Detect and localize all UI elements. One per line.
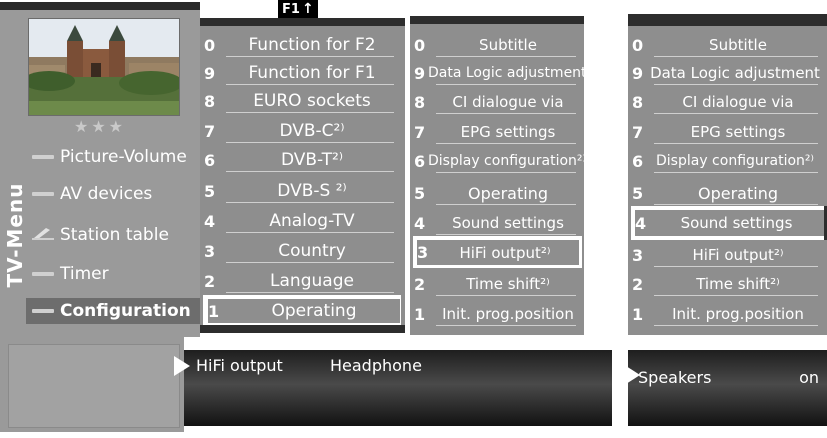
op-a-item-operating[interactable]: 5 Operating — [414, 180, 582, 206]
op-a-item-ci-dialogue[interactable]: 8 CI dialogue via — [414, 89, 582, 115]
info-value[interactable]: Headphone — [330, 356, 422, 375]
rating-stars: ★★★ — [73, 117, 127, 136]
op-b-item-time-shift[interactable]: 2 Time shift²⁾ — [632, 271, 824, 297]
operating-menu-b-top-shade — [628, 14, 827, 26]
menu-item-av-devices[interactable]: AV devices — [32, 181, 192, 207]
op-b-item-ci-dialogue[interactable]: 8 CI dialogue via — [632, 89, 824, 115]
menu-item-station-table[interactable]: Station table — [32, 222, 192, 248]
op-a-item-epg-settings[interactable]: 7 EPG settings — [414, 119, 582, 145]
op-a-item-data-logic[interactable]: 9 Data Logic adjustment — [414, 60, 587, 86]
menu-bullet-icon — [32, 272, 54, 276]
op-b-item-operating[interactable]: 5 Operating — [632, 180, 824, 206]
play-arrow-icon — [174, 356, 190, 376]
op-b-item-subtitle[interactable]: 0 Subtitle — [632, 32, 824, 58]
op-b-item-data-logic[interactable]: 9 Data Logic adjustment — [632, 60, 824, 86]
preview-image — [28, 18, 180, 116]
info-bar-b: Speakers on — [626, 350, 827, 426]
menu-item-configuration[interactable]: Configuration — [26, 298, 200, 324]
tv-menu-title: TV-Menu — [3, 182, 27, 288]
arrow-up-icon: ↑ — [301, 1, 314, 17]
op-b-item-display-config[interactable]: 6 Display configuration²⁾ — [632, 148, 824, 174]
city-gate-image — [29, 19, 179, 115]
op-a-item-display-config[interactable]: 6 Display configuration²⁾ — [414, 148, 586, 174]
menu-item-timer[interactable]: Timer — [32, 261, 192, 287]
menu-item-picture-volume[interactable]: Picture-Volume — [32, 144, 192, 170]
pen-icon — [32, 225, 54, 245]
operating-menu-a-top-shade — [410, 16, 584, 24]
config-menu-top-shade — [200, 18, 405, 26]
op-a-item-hifi-output[interactable]: 3 HiFi output²⁾ — [417, 240, 579, 265]
op-a-item-sound-settings[interactable]: 4 Sound settings — [414, 210, 582, 236]
op-a-item-time-shift[interactable]: 2 Time shift²⁾ — [414, 271, 582, 297]
f1-indicator: F1 ↑ — [278, 0, 318, 18]
menu-bullet-icon — [32, 192, 54, 196]
op-b-item-init-prog[interactable]: 1 Init. prog.position — [632, 301, 824, 327]
op-b-item-hifi-output[interactable]: 3 HiFi output²⁾ — [632, 242, 824, 268]
op-b-item-epg-settings[interactable]: 7 EPG settings — [632, 119, 824, 145]
config-item-language[interactable]: 2 Language — [204, 268, 400, 294]
config-item-country[interactable]: 3 Country — [204, 238, 400, 264]
menu-bullet-icon — [32, 155, 54, 159]
op-a-item-subtitle[interactable]: 0 Subtitle — [414, 32, 582, 58]
op-a-item-init-prog[interactable]: 1 Init. prog.position — [414, 301, 582, 327]
config-item-function-f1[interactable]: 9 Function for F1 — [204, 60, 400, 86]
info-value[interactable]: on — [799, 368, 819, 387]
config-item-dvb-t[interactable]: 6 DVB-T²⁾ — [204, 147, 400, 173]
config-menu-bottom-shade — [200, 325, 405, 333]
bottom-preview-box — [8, 344, 180, 428]
config-item-euro-sockets[interactable]: 8 EURO sockets — [204, 88, 400, 114]
config-item-dvb-s[interactable]: 5 DVB-S ²⁾ — [204, 178, 400, 204]
info-bar-a: HiFi output Headphone — [174, 350, 612, 426]
config-item-operating[interactable]: 1 Operating — [208, 299, 400, 323]
menu-bullet-icon — [32, 309, 54, 313]
config-item-dvb-c[interactable]: 7 DVB-C²⁾ — [204, 118, 400, 144]
op-b-item-sound-settings[interactable]: 4 Sound settings — [635, 210, 824, 236]
panel-top-shade — [0, 2, 200, 10]
info-option: HiFi output — [196, 356, 283, 375]
info-option: Speakers — [638, 368, 712, 387]
config-item-function-f2[interactable]: 0 Function for F2 — [204, 32, 400, 58]
config-item-analog-tv[interactable]: 4 Analog-TV — [204, 208, 400, 234]
